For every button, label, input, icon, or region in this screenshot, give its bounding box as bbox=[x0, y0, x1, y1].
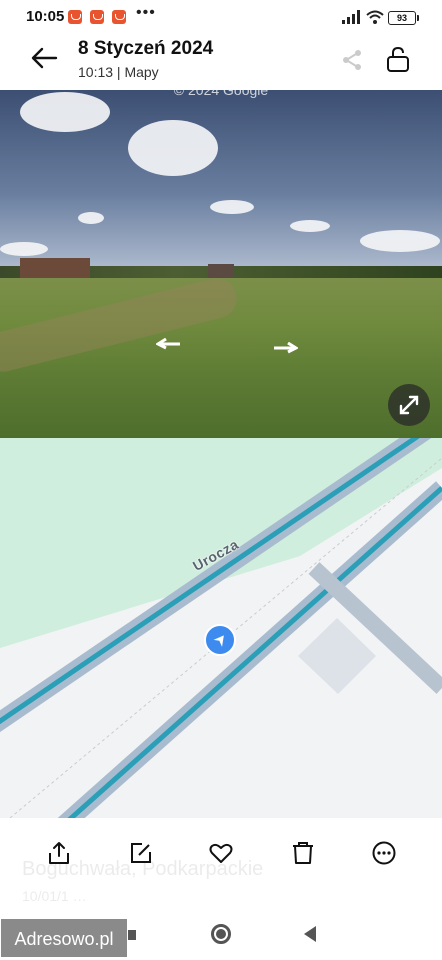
mail-notification-icon bbox=[90, 10, 104, 24]
photo-date-text: 10/01/1 … bbox=[22, 888, 87, 904]
more-notifications-indicator: ••• bbox=[136, 4, 156, 21]
mail-notification-icon bbox=[112, 10, 126, 24]
back-triangle-icon[interactable] bbox=[304, 926, 316, 942]
cloud bbox=[128, 120, 218, 176]
top-app-bar: 8 Styczeń 2024 10:13 | Mapy bbox=[0, 32, 442, 90]
signal-icon bbox=[342, 10, 360, 24]
arrow-left-icon[interactable] bbox=[30, 46, 58, 70]
battery-indicator: 93 bbox=[388, 11, 419, 25]
edit-icon[interactable] bbox=[128, 840, 154, 866]
cloud bbox=[290, 220, 330, 232]
recent-apps-icon[interactable] bbox=[128, 930, 136, 940]
street-view-photo[interactable]: © 2024 Google bbox=[0, 90, 442, 438]
photo-time-source: 10:13 | Mapy bbox=[78, 64, 159, 80]
navigation-arrow-back[interactable] bbox=[156, 338, 182, 350]
house bbox=[20, 258, 90, 280]
cloud bbox=[78, 212, 104, 224]
cloud bbox=[0, 242, 48, 256]
expand-icon[interactable] bbox=[388, 384, 430, 426]
map-view[interactable]: Urocza bbox=[0, 438, 442, 818]
heart-icon[interactable] bbox=[208, 840, 234, 866]
cloud bbox=[210, 200, 254, 214]
house bbox=[208, 264, 234, 278]
status-bar: 10:05 ••• 93 bbox=[0, 0, 442, 32]
photo-action-bar: Boguchwała, Podkarpackie 10/01/1 … bbox=[0, 818, 442, 906]
upload-icon[interactable] bbox=[46, 840, 72, 866]
cloud bbox=[20, 92, 110, 132]
photo-date-title: 8 Styczeń 2024 bbox=[78, 38, 214, 59]
mail-notification-icon bbox=[68, 10, 82, 24]
adresowo-watermark: Adresowo.pl bbox=[0, 918, 128, 958]
lock-icon[interactable] bbox=[386, 46, 410, 72]
status-time: 10:05 bbox=[26, 8, 65, 25]
more-icon[interactable] bbox=[371, 840, 397, 866]
trash-icon[interactable] bbox=[290, 840, 316, 866]
home-icon[interactable] bbox=[211, 924, 231, 944]
share-icon[interactable] bbox=[340, 48, 364, 72]
navigation-arrow-forward[interactable] bbox=[272, 342, 298, 354]
location-pin-icon[interactable] bbox=[204, 624, 236, 656]
cloud bbox=[360, 230, 440, 252]
wifi-icon bbox=[366, 10, 384, 24]
